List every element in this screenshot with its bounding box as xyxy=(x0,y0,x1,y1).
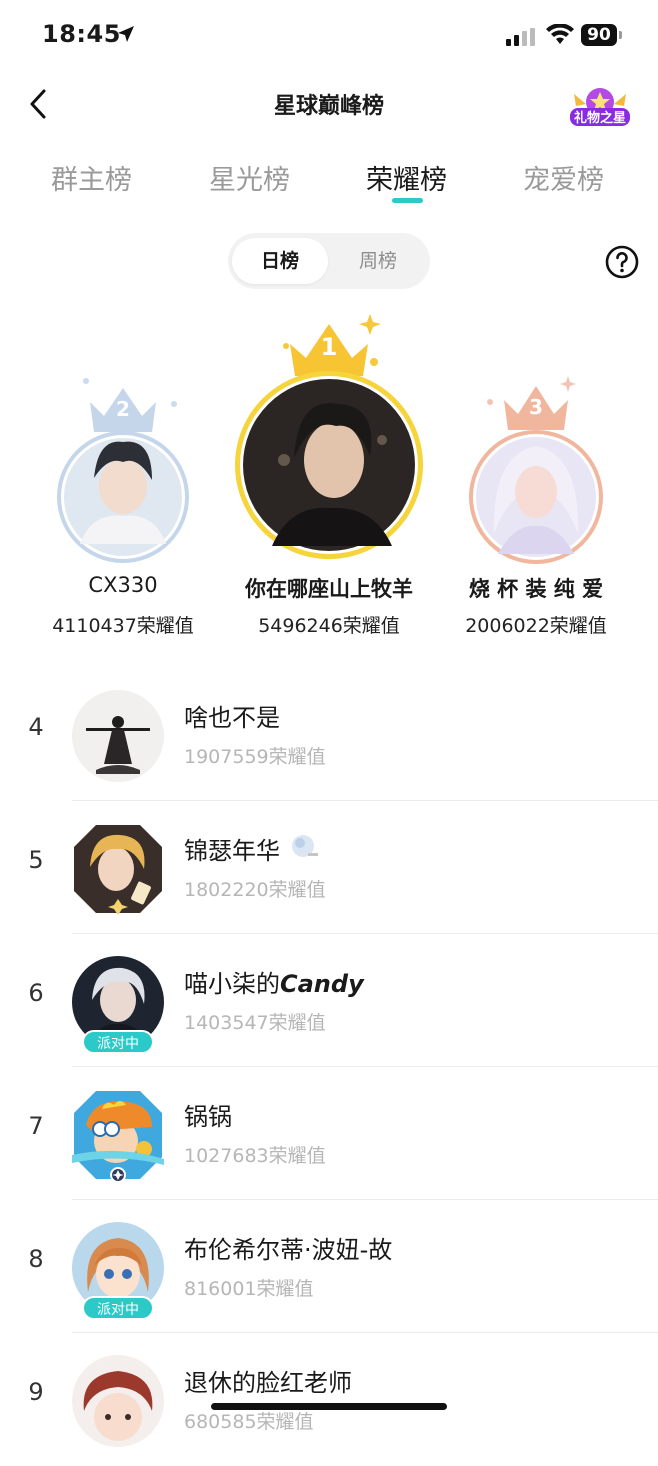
location-arrow-icon xyxy=(118,26,134,42)
active-tab-indicator xyxy=(392,198,423,203)
avatar xyxy=(74,825,162,915)
rank-number: 8 xyxy=(28,1245,44,1273)
rank-number: 6 xyxy=(28,979,44,1007)
rank-number: 4 xyxy=(28,713,44,741)
user-score: 1907559荣耀值 xyxy=(184,746,326,768)
list-item[interactable]: 5 锦瑟年华 1802220荣耀值 xyxy=(0,801,658,934)
moon-badge-icon xyxy=(291,835,318,857)
rank-number: 5 xyxy=(28,846,44,874)
user-score: 1027683荣耀值 xyxy=(184,1145,326,1167)
podium-second-rank: 2 xyxy=(116,397,130,421)
home-indicator[interactable] xyxy=(211,1403,447,1410)
avatar-wrap: 派对中 xyxy=(72,956,164,1054)
user-name: 锦瑟年华 xyxy=(184,831,318,866)
rank-number: 9 xyxy=(28,1378,44,1406)
rank-number: 7 xyxy=(28,1112,44,1140)
daily-option[interactable]: 日榜 xyxy=(232,238,328,284)
status-bar: 18:45 90 xyxy=(0,0,658,70)
tab-favor[interactable]: 宠爱榜 xyxy=(523,158,604,197)
podium-third-score: 2006022荣耀值 xyxy=(465,615,607,637)
podium-third[interactable]: 3 xyxy=(464,374,608,566)
podium-second-score: 4110437荣耀值 xyxy=(52,615,194,637)
user-name: 啥也不是 xyxy=(184,704,280,732)
user-score: 1802220荣耀值 xyxy=(184,879,326,901)
gift-star-badge[interactable]: 礼物之星 xyxy=(568,84,632,128)
wifi-icon xyxy=(546,24,574,44)
list-item[interactable]: 9 退休的脸红老师 680585荣耀值 xyxy=(0,1333,658,1466)
podium-second[interactable]: 2 xyxy=(52,376,194,566)
page-title: 星球巅峰榜 xyxy=(273,94,384,119)
weekly-option[interactable]: 周榜 xyxy=(330,238,426,284)
battery-tip xyxy=(619,31,622,39)
battery-icon: 90 xyxy=(581,24,617,46)
list-item[interactable]: 8 派对中 布伦希尔蒂·波妞-故 816001荣耀值 xyxy=(0,1200,658,1333)
avatar-wrap: 派对中 xyxy=(72,1222,164,1320)
podium-first-rank: 1 xyxy=(321,333,338,361)
category-tabs: 群主榜 星光榜 荣耀榜 宠爱榜 xyxy=(0,150,658,210)
avatar xyxy=(72,1091,164,1181)
avatar xyxy=(72,690,164,782)
help-icon[interactable] xyxy=(605,245,639,279)
user-name: 退休的脸红老师 xyxy=(184,1369,352,1397)
party-status-badge: 派对中 xyxy=(82,1296,154,1320)
podium-third-rank: 3 xyxy=(529,395,543,419)
podium-first[interactable]: 1 xyxy=(232,310,426,560)
gift-star-label: 礼物之星 xyxy=(574,110,626,126)
nav-bar: 星球巅峰榜 礼物之星 xyxy=(0,72,658,136)
podium-second-name: CX330 xyxy=(88,573,158,597)
list-item[interactable]: 6 派对中 喵小柒的Candy 1403547荣耀值 xyxy=(0,934,658,1067)
user-name: 布伦希尔蒂·波妞-故 xyxy=(184,1236,393,1264)
status-time: 18:45 xyxy=(42,20,121,48)
tab-starlight[interactable]: 星光榜 xyxy=(209,158,290,197)
tab-group-owner[interactable]: 群主榜 xyxy=(51,158,132,197)
podium-first-score: 5496246荣耀值 xyxy=(258,615,400,637)
user-score: 680585荣耀值 xyxy=(184,1411,314,1433)
podium-first-name: 你在哪座山上牧羊 xyxy=(245,577,413,601)
user-name-suffix: Candy xyxy=(280,970,364,998)
list-item[interactable]: 4 啥也不是 1907559荣耀值 xyxy=(0,668,658,801)
party-status-badge: 派对中 xyxy=(82,1030,154,1054)
podium-third-name: 烧 杯 装 纯 爱 xyxy=(468,577,604,601)
user-score: 1403547荣耀值 xyxy=(184,1012,326,1034)
list-item[interactable]: 7 锅锅 1027683荣耀值 xyxy=(0,1067,658,1200)
avatar xyxy=(72,1355,164,1447)
user-name: 喵小柒的Candy xyxy=(184,970,364,998)
tab-glory[interactable]: 荣耀榜 xyxy=(366,158,447,197)
period-toggle: 日榜 周榜 xyxy=(228,233,430,289)
cellular-signal-icon xyxy=(506,28,535,46)
user-name: 锅锅 xyxy=(184,1103,232,1131)
user-score: 816001荣耀值 xyxy=(184,1278,314,1300)
